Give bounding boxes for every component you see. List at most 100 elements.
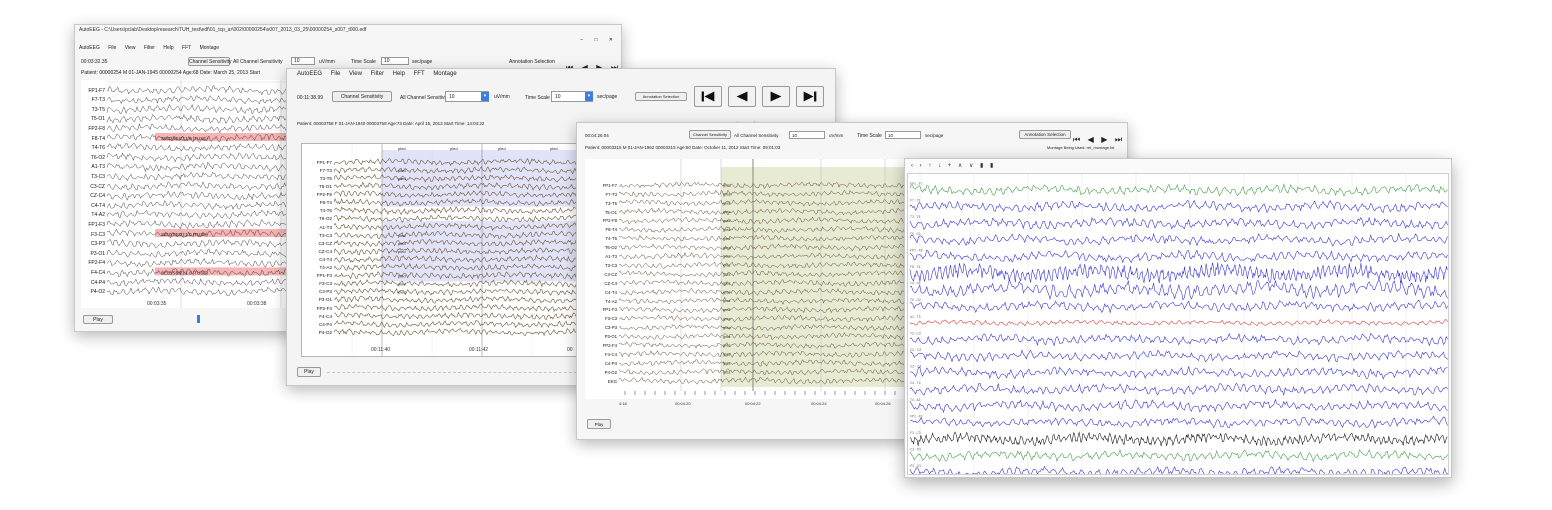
patient-info: Patient: 00003758 F 01-JAN-1940 00003758… [297, 121, 485, 126]
eeg-trace [333, 287, 580, 296]
grid-icon[interactable]: ▮ [990, 163, 993, 169]
menu-montage[interactable]: Montage [200, 45, 219, 51]
eeg-plot-2[interactable]: FP1-F7 F7-T3 T3-T5 T5-O1 FP2-F8 F8-T4 T4-T6 T6-… [301, 143, 581, 357]
menu-help[interactable]: Help [163, 45, 173, 51]
first-page-icon[interactable]: ⏮ [1073, 135, 1080, 145]
sensitivity-dropdown-arrow[interactable]: ▾ [481, 92, 489, 101]
menu-fft[interactable]: FFT [182, 45, 191, 51]
annotation-label: gnsz [723, 237, 731, 241]
annotation-label: gnsz [723, 326, 731, 330]
annotation-label: gnsz [723, 184, 731, 188]
settings-icon[interactable]: ▮ [980, 163, 983, 169]
annotation-selection-button[interactable]: Annotation Selection [509, 59, 555, 65]
eeg-trace [106, 94, 316, 105]
last-page-icon[interactable]: ⏭ [1115, 135, 1122, 145]
eeg-trace [106, 190, 316, 201]
menu-file[interactable]: File [108, 45, 116, 51]
channel-tag: C3 - CZ [910, 348, 921, 352]
annotation-label: pled [398, 233, 406, 238]
play-button[interactable]: Play [83, 315, 113, 324]
eeg-plot-3[interactable]: FP1-F7 F7-T3 T3-T5 T5-O1 FP2-F8 F8-T4 T4-T6 T6-… [585, 159, 915, 399]
back-icon[interactable]: ‹ [911, 163, 913, 169]
time-scale-label: Time Scale [351, 59, 376, 65]
all-channel-sensitivity-label: All Channel Sensitivity [233, 59, 283, 65]
channel-tag: FP1 - F3 [910, 414, 923, 418]
time-tick-1: 4:18 [619, 401, 627, 406]
channel-tag: P3 - O1 [910, 464, 921, 468]
first-page-icon [701, 91, 715, 102]
next-page-button[interactable] [762, 86, 790, 107]
time-tick-2: 00:03:38 [247, 301, 267, 307]
zoom-out-icon[interactable]: ∧ [958, 163, 962, 169]
menu-view[interactable]: View [349, 71, 362, 77]
channel-tag: CZ - C4 [910, 365, 921, 369]
play-button[interactable]: Play [297, 367, 321, 377]
eeg-trace [333, 319, 580, 329]
close-button[interactable]: ✕ [609, 37, 613, 43]
menu-autoeeg[interactable]: AutoEEG [79, 45, 100, 51]
forward-icon[interactable]: › [920, 163, 922, 169]
toolbar: ‹ › ↑ ↓ + ∧ ∨ ▮ ▮ [911, 162, 993, 169]
zoom-in-icon[interactable]: + [948, 163, 952, 169]
eeg-trace [909, 216, 1448, 231]
annotation-label: pled [398, 290, 406, 295]
menu-view[interactable]: View [125, 45, 136, 51]
eeg-traces: gnsz gnsz gnsz gnsz gnsz gnsz gnsz gnsz gnsz gnsz… [618, 159, 915, 395]
channel-sensitivity-button[interactable]: Channel Sensitivity [332, 91, 392, 102]
time-scale-dropdown-arrow[interactable]: ▾ [585, 92, 593, 101]
save-icon[interactable]: ∨ [969, 163, 973, 169]
next-page-icon[interactable]: ▶ [1101, 135, 1107, 144]
annotation-label: pled [398, 176, 406, 181]
down-icon[interactable]: ↓ [938, 163, 941, 169]
sensitivity-select[interactable]: 10 [789, 131, 825, 139]
channel-tag: F8 - T4 [910, 265, 920, 269]
eeg-trace [909, 465, 1448, 474]
menu-filter[interactable]: Filter [371, 71, 384, 77]
menu-help[interactable]: Help [393, 71, 405, 77]
previous-page-icon[interactable]: ◀ [1088, 135, 1094, 144]
annotation-label: gnsz [723, 210, 731, 214]
play-button[interactable]: Play [587, 419, 611, 429]
channel-tag: T3 - T5 [910, 215, 920, 219]
eeg-trace [909, 415, 1448, 429]
annotation-label: gnsz [723, 299, 731, 303]
previous-page-button[interactable] [728, 86, 756, 107]
up-icon[interactable]: ↑ [928, 163, 931, 169]
menu-montage[interactable]: Montage [433, 71, 456, 77]
eeg-trace [106, 257, 316, 268]
next-page-icon [770, 91, 782, 102]
patient-info: Patient: 00000254 M 01-JAN-1945 00000254… [81, 70, 261, 76]
playback-track[interactable] [327, 372, 577, 373]
time-tick-3: 00 [567, 347, 573, 353]
window-controls: – □ ✕ [580, 37, 613, 43]
eeg-trace [106, 171, 316, 182]
channel-sensitivity-button[interactable]: Channel Sensitivity [689, 130, 731, 139]
eeg-trace [106, 238, 317, 249]
annotation-label: pled [398, 241, 406, 246]
scrollbar-thumb[interactable] [197, 315, 200, 323]
maximize-button[interactable]: □ [594, 37, 597, 43]
eeg-traces: FP1 - F7 F7 - T3 T3 - T5 T5 - O1 FP2 - F8 F8 … [908, 174, 1448, 474]
time-tick-5: 00:04:26 [875, 401, 891, 406]
menu-autoeeg[interactable]: AutoEEG [297, 71, 322, 77]
eeg-plot-4[interactable]: FP1 - F7 F7 - T3 T3 - T5 T5 - O1 FP2 - F8 F8 … [907, 173, 1449, 475]
menu-filter[interactable]: Filter [144, 45, 155, 51]
minimize-button[interactable]: – [580, 37, 583, 43]
time-scale-select[interactable]: 10 [381, 57, 409, 65]
annotation-label: gnsz [723, 362, 731, 366]
channel-sensitivity-button[interactable]: Channel Sensitivity [188, 57, 232, 66]
annotation-label: pled [398, 146, 406, 151]
annotation-label: SEIZ(SEIZ):1.0 (TUSE) [161, 270, 208, 275]
first-page-button[interactable] [694, 86, 722, 107]
last-page-button[interactable] [796, 86, 824, 107]
annotation-selection-button[interactable]: Annotation Selection [635, 92, 687, 101]
annotation-label: pled [398, 249, 406, 254]
menu-fft[interactable]: FFT [414, 71, 425, 77]
sensitivity-select[interactable]: 10 [291, 57, 315, 65]
time-display: 00:04:26.04 [585, 133, 609, 138]
annotation-selection-button[interactable]: Annotation Selection [1019, 130, 1071, 139]
time-scale-select[interactable]: 10 [885, 131, 921, 139]
menu-file[interactable]: File [331, 71, 341, 77]
annotation-label: pled [450, 146, 458, 151]
sensitivity-unit: uV/mm [829, 133, 844, 138]
